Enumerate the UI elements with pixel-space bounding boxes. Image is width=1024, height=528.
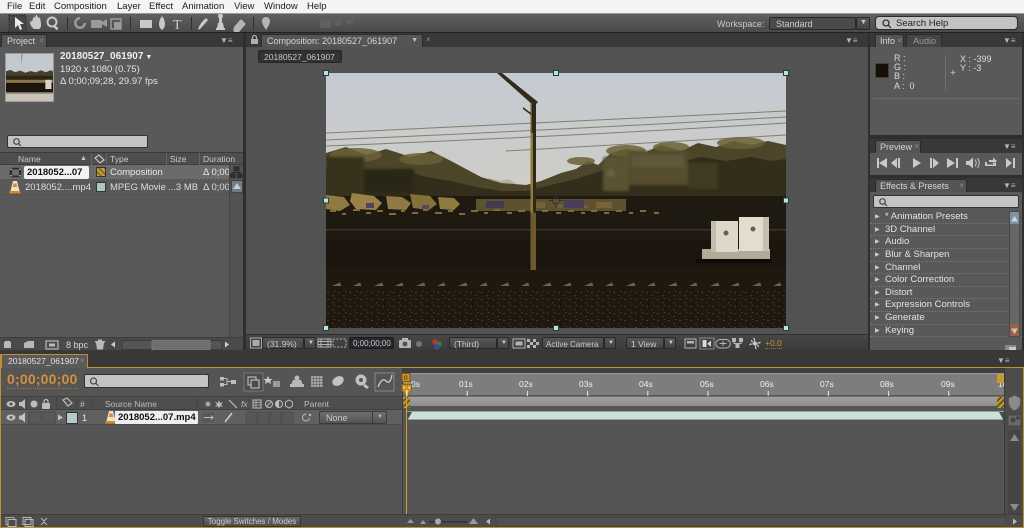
svg-text:01s: 01s	[459, 379, 473, 389]
svg-text:0: 0	[404, 375, 408, 382]
svg-text:Parent: Parent	[304, 399, 330, 409]
svg-text:8 bpc: 8 bpc	[66, 340, 89, 350]
svg-text:03s: 03s	[579, 379, 593, 389]
svg-text:#: #	[80, 399, 85, 409]
svg-text:06s: 06s	[760, 379, 774, 389]
svg-text:09s: 09s	[941, 379, 955, 389]
svg-text:04s: 04s	[639, 379, 653, 389]
svg-text:05s: 05s	[700, 379, 714, 389]
svg-text:Source Name: Source Name	[105, 399, 157, 409]
svg-text:02s: 02s	[519, 379, 533, 389]
svg-text:1: 1	[82, 413, 87, 423]
svg-text:08s: 08s	[880, 379, 894, 389]
svg-text:07s: 07s	[820, 379, 834, 389]
svg-text:fx: fx	[241, 399, 248, 409]
svg-text:T: T	[173, 18, 182, 33]
